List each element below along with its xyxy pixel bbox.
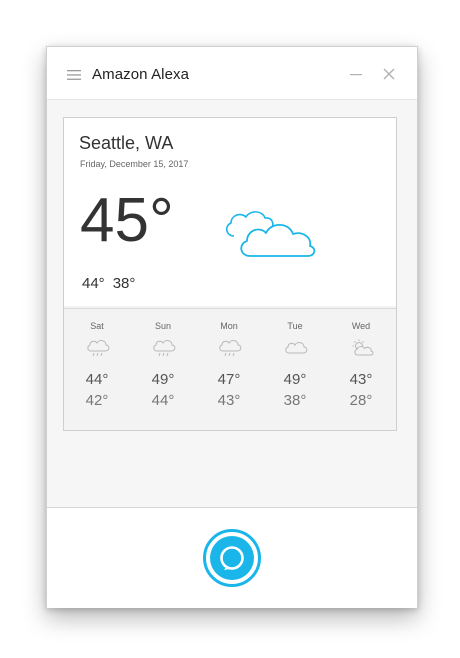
forecast-day-name: Tue (287, 321, 303, 331)
today-high: 44° (82, 275, 105, 292)
minimize-icon[interactable] (349, 67, 363, 81)
forecast-day: Wed 43° 28° (328, 309, 394, 429)
close-icon[interactable] (383, 68, 395, 80)
cloudy-icon (225, 211, 316, 257)
cloud-icon (285, 342, 308, 354)
forecast-day-name: Wed (351, 321, 371, 331)
partly-cloudy-icon (352, 339, 374, 356)
weather-card: Seattle, WA Friday, December 15, 2017 45… (63, 117, 397, 431)
forecast-high: 47° (217, 371, 241, 388)
forecast-day: Mon 47° 43° (196, 309, 262, 429)
high-low: 44° 38° (82, 275, 135, 292)
forecast-day-name: Sun (154, 321, 171, 331)
alexa-voice-button[interactable] (202, 528, 262, 588)
current-weather: Seattle, WA Friday, December 15, 2017 45… (64, 118, 396, 306)
footer (47, 507, 417, 608)
current-temperature: 45° (80, 186, 174, 255)
forecast-day-name: Mon (220, 321, 238, 331)
location-label: Seattle, WA (79, 133, 174, 153)
today-low: 38° (112, 275, 136, 292)
forecast-high: 49° (283, 371, 307, 388)
forecast-high: 44° (85, 371, 109, 388)
rain-cloud-icon (219, 340, 242, 357)
content-area: Seattle, WA Friday, December 15, 2017 45… (47, 100, 417, 507)
forecast-day: Sat 44° 42° (64, 309, 130, 429)
forecast-row: Sat 44° 42° Sun 49° 44° Mon 47° 43° Tue … (64, 308, 396, 429)
forecast-low: 42° (85, 392, 109, 409)
hamburger-menu-icon[interactable] (67, 70, 81, 80)
forecast-day-name: Sat (90, 321, 104, 331)
forecast-low: 38° (283, 392, 307, 409)
alexa-window: Amazon Alexa Seattle, WA Friday, Decembe… (46, 46, 418, 608)
forecast-low: 43° (217, 392, 241, 409)
date-label: Friday, December 15, 2017 (80, 159, 189, 169)
forecast-low: 44° (151, 392, 175, 409)
forecast-high: 43° (349, 371, 373, 388)
forecast-day: Tue 49° 38° (262, 309, 328, 429)
forecast-low: 28° (349, 392, 373, 409)
app-title: Amazon Alexa (92, 66, 190, 83)
title-bar: Amazon Alexa (47, 47, 417, 100)
forecast-high: 49° (151, 371, 175, 388)
rain-cloud-icon (153, 340, 176, 357)
rain-cloud-icon (87, 340, 110, 357)
forecast-day: Sun 49° 44° (130, 309, 196, 429)
